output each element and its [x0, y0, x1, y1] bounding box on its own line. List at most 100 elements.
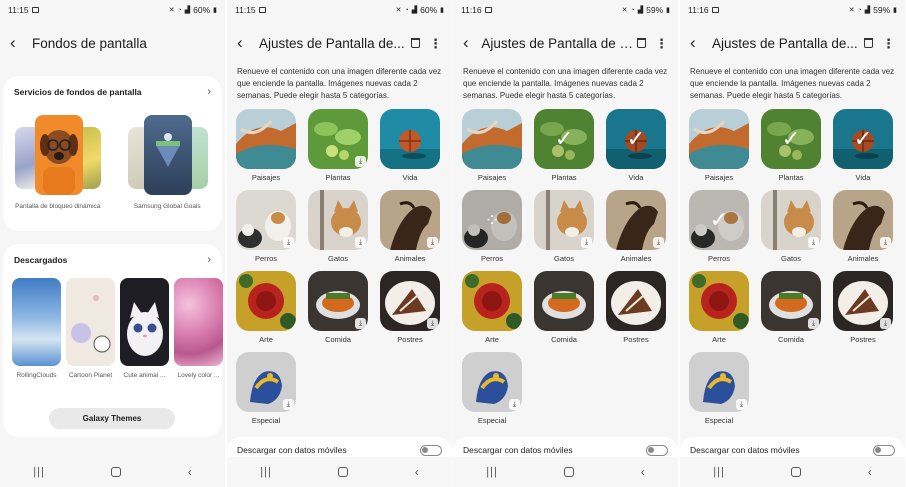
category-perros[interactable]: ⤓ Perros: [236, 190, 296, 263]
back-nav-icon[interactable]: ‹: [641, 465, 645, 479]
wallpaper-services-header[interactable]: Servicios de fondos de pantalla ›: [3, 76, 222, 98]
category-thumbnail: ✓: [833, 109, 893, 169]
app-bar: ‹ Fondos de pantalla: [0, 20, 225, 66]
category-plantas[interactable]: ⤓ Plantas: [308, 109, 368, 182]
description-text: Renueve el contenido con una imagen dife…: [237, 67, 442, 100]
category-arte[interactable]: Arte: [236, 271, 296, 344]
back-arrow-icon[interactable]: ‹: [463, 33, 481, 53]
mobile-data-toggle[interactable]: [646, 444, 668, 456]
category-animales[interactable]: ⤓ Animales: [380, 190, 440, 263]
category-gatos[interactable]: ⤓ Gatos: [761, 190, 821, 263]
signal-icon: ▟: [184, 7, 191, 14]
recent-apps-icon[interactable]: |||: [260, 466, 272, 478]
category-especial[interactable]: ⤓ Especial: [462, 352, 522, 425]
download-icon: ⤓: [581, 237, 592, 248]
trash-icon[interactable]: [411, 38, 420, 48]
downloaded-item[interactable]: Cute animal ...: [120, 278, 169, 379]
category-label: Plantas: [778, 173, 804, 182]
lock-screen-settings: 11:15 ✕ ◔ ▟ 60% ▮ ‹ Ajustes de Pantalla de..…: [227, 0, 452, 487]
category-postres[interactable]: ⤓ Postres: [833, 271, 893, 344]
selected-check-icon: ✓: [833, 109, 893, 169]
recent-apps-icon[interactable]: |||: [486, 466, 498, 478]
category-label: Plantas: [551, 173, 577, 182]
category-comida[interactable]: Comida: [534, 271, 594, 344]
mobile-data-setting[interactable]: Descargar con datos móviles: [680, 437, 905, 457]
download-icon: ⤓: [427, 318, 438, 329]
navigation-bar: ||| ‹: [0, 457, 225, 487]
download-icon: ⤓: [509, 399, 520, 410]
clock: 11:15: [8, 5, 29, 15]
home-icon[interactable]: [111, 467, 122, 477]
category-thumbnail: ⁘: [462, 190, 522, 250]
page-title: Fondos de pantalla: [32, 35, 147, 51]
back-arrow-icon[interactable]: ‹: [690, 33, 712, 53]
back-nav-icon[interactable]: ‹: [868, 465, 872, 479]
recent-apps-icon[interactable]: |||: [33, 466, 45, 478]
dog-with-glasses-image: [39, 130, 78, 195]
category-thumbnail: ⤓: [833, 190, 893, 250]
category-arte[interactable]: Arte: [462, 271, 522, 344]
paisajes-image: [462, 109, 522, 169]
download-icon: ⤓: [283, 399, 294, 410]
category-label: Plantas: [325, 173, 351, 182]
category-comida[interactable]: ⤓ Comida: [308, 271, 368, 344]
recent-apps-icon[interactable]: |||: [713, 466, 725, 478]
category-label: Perros: [707, 254, 731, 263]
downloaded-item[interactable]: RollingClouds: [12, 278, 61, 379]
category-especial[interactable]: ⤓ Especial: [236, 352, 296, 425]
signal-icon: ▟: [864, 7, 871, 14]
category-arte[interactable]: Arte: [689, 271, 749, 344]
section-title: Descargados: [14, 255, 68, 265]
mobile-data-setting[interactable]: Descargar con datos móviles: [453, 437, 678, 457]
back-nav-icon[interactable]: ‹: [415, 465, 419, 479]
back-arrow-icon[interactable]: ‹: [10, 33, 32, 53]
category-comida[interactable]: ⤓ Comida: [761, 271, 821, 344]
category-label: Paisajes: [251, 173, 281, 182]
home-icon[interactable]: [564, 467, 575, 477]
downloaded-item[interactable]: Cartoon Planet: [66, 278, 115, 379]
back-nav-icon[interactable]: ‹: [188, 465, 192, 479]
category-animales[interactable]: ⤓ Animales: [833, 190, 893, 263]
dynamic-lock-screen-service[interactable]: Pantalla de bloqueo dinámica: [13, 115, 103, 210]
home-icon[interactable]: [791, 467, 802, 477]
category-vida[interactable]: ✓ Vida: [833, 109, 893, 182]
battery-icon: ▮: [440, 7, 444, 14]
category-plantas[interactable]: ✓ Plantas: [534, 109, 594, 182]
samsung-global-goals-service[interactable]: Samsung Global Goals: [122, 115, 212, 210]
selected-check-icon: ✓: [761, 109, 821, 169]
more-options-icon[interactable]: ⋮: [655, 37, 668, 50]
category-paisajes[interactable]: Paisajes: [236, 109, 296, 182]
download-icon: ⤓: [355, 156, 366, 167]
category-especial[interactable]: ⤓ Especial: [689, 352, 749, 425]
category-paisajes[interactable]: Paisajes: [689, 109, 749, 182]
category-gatos[interactable]: ⤓ Gatos: [308, 190, 368, 263]
trash-icon[interactable]: [864, 38, 873, 48]
category-perros[interactable]: ⁘ Perros: [462, 190, 522, 263]
galaxy-themes-button[interactable]: Galaxy Themes: [49, 408, 175, 429]
mobile-data-setting[interactable]: Descargar con datos móviles: [227, 437, 452, 457]
category-postres[interactable]: Postres: [606, 271, 666, 344]
downloaded-item-label: Cute animal ...: [123, 372, 166, 379]
download-icon: ⤓: [427, 237, 438, 248]
more-options-icon[interactable]: ⋮: [882, 37, 895, 50]
mobile-data-toggle[interactable]: [420, 444, 442, 456]
lovely-color-thumbnail: [174, 278, 223, 366]
trash-icon[interactable]: [637, 38, 646, 48]
category-perros[interactable]: ✓ Perros: [689, 190, 749, 263]
category-vida[interactable]: Vida: [380, 109, 440, 182]
category-gatos[interactable]: ⤓ Gatos: [534, 190, 594, 263]
downloaded-header[interactable]: Descargados ›: [3, 244, 222, 266]
category-plantas[interactable]: ✓ Plantas: [761, 109, 821, 182]
category-vida[interactable]: ✓ Vida: [606, 109, 666, 182]
back-arrow-icon[interactable]: ‹: [237, 33, 259, 53]
downloaded-item[interactable]: Lovely color ...: [174, 278, 223, 379]
download-icon: ⤓: [880, 318, 891, 329]
mobile-data-toggle[interactable]: [873, 444, 895, 456]
mute-icon: ✕: [395, 7, 402, 14]
more-options-icon[interactable]: ⋮: [429, 37, 442, 50]
category-animales[interactable]: ⤓ Animales: [606, 190, 666, 263]
chevron-right-icon: ›: [207, 86, 211, 98]
category-postres[interactable]: ⤓ Postres: [380, 271, 440, 344]
category-paisajes[interactable]: Paisajes: [462, 109, 522, 182]
home-icon[interactable]: [338, 467, 349, 477]
